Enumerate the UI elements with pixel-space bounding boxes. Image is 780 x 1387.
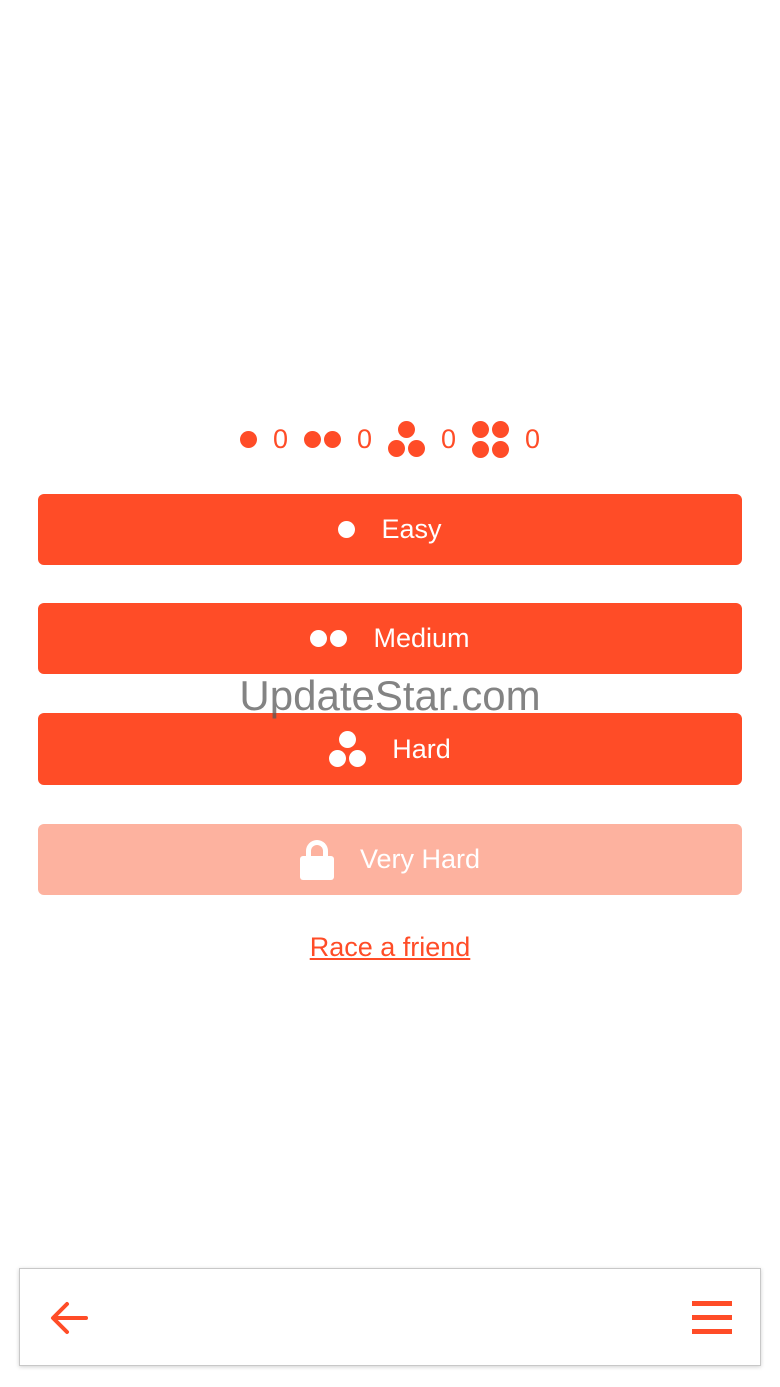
score-easy-value: 0 — [272, 423, 288, 454]
easy-label: Easy — [381, 514, 442, 544]
two-dots-icon — [310, 630, 348, 647]
medium-button[interactable]: Medium — [38, 603, 742, 674]
hamburger-menu-icon[interactable] — [692, 1301, 732, 1335]
two-dots-icon — [303, 430, 341, 448]
three-dots-icon — [388, 421, 425, 457]
easy-button[interactable]: Easy — [38, 494, 742, 565]
score-hard-value: 0 — [441, 423, 457, 454]
one-dot-icon — [338, 521, 356, 538]
score-medium-value: 0 — [356, 423, 372, 454]
hard-button[interactable]: Hard — [38, 713, 742, 785]
one-dot-icon — [239, 430, 257, 448]
race-link-container: Race a friend — [0, 932, 780, 963]
difficulty-screen: 0 0 0 0 Easy Medium Hard Very Hard Race … — [0, 0, 780, 1387]
score-easy: 0 — [239, 423, 288, 454]
hard-label: Hard — [392, 733, 451, 764]
score-medium: 0 — [303, 423, 372, 454]
score-row: 0 0 0 0 — [0, 417, 780, 461]
score-very-hard-value: 0 — [525, 423, 541, 454]
lock-icon — [299, 839, 334, 880]
very-hard-button[interactable]: Very Hard — [38, 824, 742, 895]
arrow-left-icon[interactable] — [48, 1297, 90, 1339]
medium-label: Medium — [373, 623, 470, 653]
three-dots-icon — [329, 731, 367, 767]
very-hard-label: Very Hard — [359, 844, 481, 874]
four-dots-icon — [472, 420, 510, 458]
score-very-hard: 0 — [472, 420, 541, 458]
score-hard: 0 — [388, 421, 456, 457]
bottom-toolbar — [19, 1268, 761, 1366]
race-a-friend-link[interactable]: Race a friend — [310, 932, 471, 962]
